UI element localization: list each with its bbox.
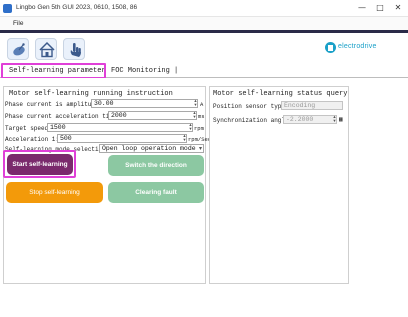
target-speed-spinner[interactable]: ▲ ▼ (188, 123, 193, 132)
acceleration-unit: rpm/Sec (188, 136, 212, 143)
stop-self-learning-button[interactable]: Stop self-learning (6, 182, 103, 203)
phase-current-accel-spinner[interactable]: ▲ ▼ (192, 111, 197, 120)
window-title: Lingbo Gen 5th GUI 2023, 0610, 1508, 86 (16, 4, 138, 11)
acceleration-label: Acceleration 1: (5, 136, 60, 143)
satellite-icon (13, 43, 25, 56)
satellite-button[interactable] (7, 38, 29, 60)
phase-current-accel-unit: ms (198, 113, 205, 120)
home-icon (39, 41, 55, 58)
switch-direction-button[interactable]: Switch the direction (108, 155, 204, 176)
left-panel-title: Motor self-learning running instruction (9, 90, 173, 98)
title-bar: Lingbo Gen 5th GUI 2023, 0610, 1508, 86 … (0, 0, 408, 17)
sensor-type-field: Encoding (281, 101, 343, 110)
hand-pointer-button[interactable] (63, 38, 85, 60)
brand-logo-icon (325, 42, 336, 53)
app-icon (3, 4, 12, 13)
acceleration-spinner[interactable]: ▲ ▼ (182, 134, 187, 143)
menu-file[interactable]: File (10, 19, 26, 28)
phase-current-amplitude-input[interactable]: 30.00 (91, 99, 198, 108)
mode-selection-dropdown[interactable]: Open loop operation mode (99, 144, 204, 153)
tab-foc-monitoring[interactable]: FOC Monitoring | (111, 66, 178, 77)
maximize-button[interactable]: □ (374, 2, 386, 14)
target-speed-input[interactable]: 1500 (47, 123, 193, 132)
minimize-button[interactable]: — (356, 2, 368, 14)
home-button[interactable] (35, 38, 57, 60)
sync-angle-spinner: ▲ ▼ (332, 114, 337, 123)
mode-dropdown-chevron-down-icon[interactable]: ▾ (198, 145, 203, 154)
close-button[interactable]: ✕ (392, 2, 404, 14)
phase-current-amplitude-unit: A (200, 101, 204, 108)
target-speed-unit: rpm (194, 125, 204, 132)
sync-angle-label: Synchronization angle: (213, 117, 293, 124)
start-button-highlight-box (3, 150, 76, 178)
sync-angle-field: -2.2000 (283, 115, 337, 124)
menu-bar: File (0, 17, 408, 31)
acceleration-input[interactable]: 500 (57, 134, 187, 143)
brand-logo-text: electrodrive (338, 43, 377, 50)
clearing-fault-button[interactable]: Clearing fault (108, 182, 204, 203)
sync-angle-degree-icon: ▦ (339, 116, 343, 123)
right-panel-title: Motor self-learning status query (213, 90, 348, 98)
sensor-type-label: Position sensor type: (213, 103, 289, 110)
phase-current-amplitude-spinner[interactable]: ▲ ▼ (193, 99, 198, 108)
tab-highlight-box (1, 63, 106, 79)
target-speed-label: Target speed: (5, 125, 52, 132)
phase-current-accel-input[interactable]: 2000 (108, 111, 197, 120)
hand-pointer-icon (70, 43, 81, 57)
phase-current-accel-label: Phase current acceleration time: (5, 113, 121, 120)
phase-current-amplitude-label: Phase current is amplitude: (5, 101, 103, 108)
